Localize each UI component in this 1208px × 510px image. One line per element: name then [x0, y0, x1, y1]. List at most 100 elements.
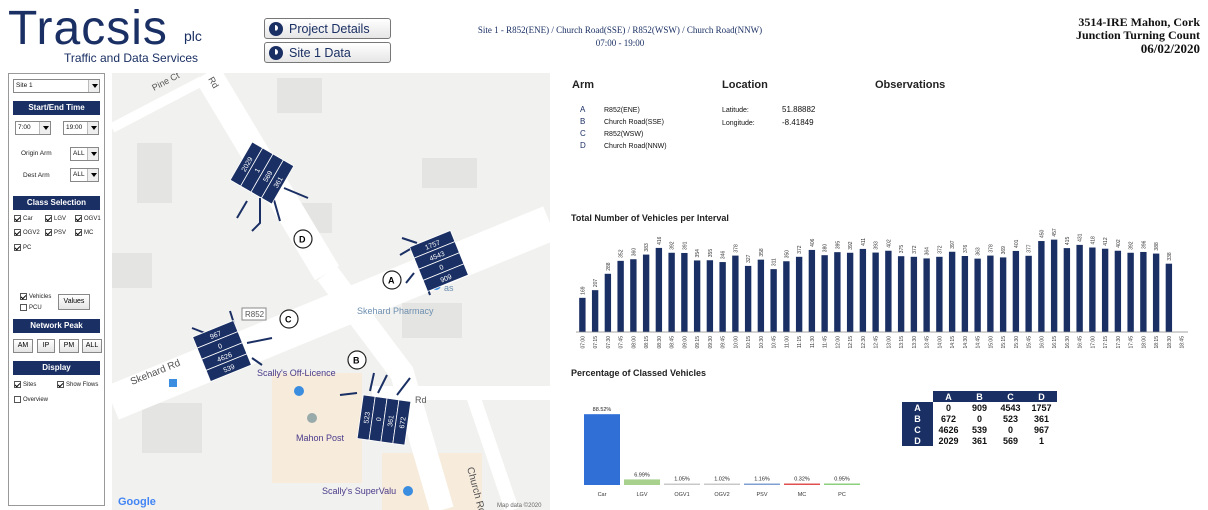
peak-pm-button[interactable]: PM [59, 339, 79, 353]
class-checkbox-mc[interactable]: MC [75, 229, 93, 236]
tick-label: 08:30 [657, 336, 663, 349]
arm-marker-label: B [353, 356, 360, 366]
pcu-label: PCU [29, 304, 42, 311]
pcu-checkbox[interactable]: PCU [20, 304, 42, 311]
sites-checkbox[interactable]: Sites [14, 381, 36, 388]
arm-marker-b[interactable]: B [347, 350, 367, 370]
peak-all-button[interactable]: ALL [82, 339, 102, 353]
tick-label: OGV2 [714, 492, 729, 498]
chart-bar [1050, 239, 1058, 332]
chart-bar [1012, 250, 1020, 332]
chart-bar [795, 256, 803, 332]
data-label: 457 [1052, 228, 1058, 237]
interval-chart: 169 07:00 207 07:15 288 07:30 352 07:45 360 08:00… [576, 228, 1188, 349]
tick-label: 13:00 [886, 336, 892, 349]
data-label: 311 [772, 258, 778, 266]
table-cell: 967 [1033, 424, 1050, 435]
class-checkbox-ogv2[interactable]: OGV2 [14, 229, 40, 236]
data-label: 377 [1027, 244, 1033, 253]
chart-bar [584, 414, 620, 485]
data-label: 393 [874, 241, 880, 250]
arm-marker-d[interactable]: D [293, 229, 313, 249]
tick-label: PSV [756, 492, 767, 498]
class-label: OGV1 [84, 215, 101, 222]
data-label: 288 [606, 262, 612, 271]
building [422, 158, 477, 188]
overview-checkbox[interactable]: Overview [14, 396, 48, 403]
vehicles-checkbox[interactable]: Vehicles [20, 293, 51, 300]
column-header: A [933, 391, 964, 402]
chart-bar [591, 290, 599, 332]
tick-label: Car [598, 492, 607, 498]
data-label: 416 [657, 236, 663, 245]
class-checkbox-pc[interactable]: PC [14, 244, 31, 251]
peak-am-button[interactable]: AM [13, 339, 33, 353]
data-label: 1.16% [754, 477, 770, 483]
chart-bar [783, 261, 790, 332]
tick-label: OGV1 [674, 492, 689, 498]
checkbox-checked [14, 244, 21, 251]
observations-header: Observations [875, 79, 946, 91]
place-label: Scally's Off-Licence [257, 368, 336, 378]
data-label: 352 [619, 249, 625, 258]
chart-bar [910, 256, 918, 332]
chart-bar [1063, 248, 1071, 332]
logo-name: Tracsis [8, 2, 168, 55]
class-chart: 88.52% Car 6.99% LGV 1.05% OGV1 1.02% OGV2 1.16%… [584, 407, 860, 498]
data-label: 338 [1167, 252, 1173, 261]
site-select[interactable]: Site 1 [13, 79, 100, 93]
class-label: OGV2 [23, 229, 40, 236]
arm-marker-a[interactable]: A [382, 270, 402, 290]
project-details-button[interactable]: Project Details [264, 18, 391, 39]
chart-bar [897, 256, 905, 332]
tick-label: 18:45 [1180, 336, 1186, 349]
tick-label: 07:15 [593, 336, 599, 349]
data-label: 388 [1154, 242, 1160, 251]
data-label: 372 [797, 245, 803, 254]
dest-arm-select[interactable]: ALL [70, 168, 99, 182]
arm-name: R852(ENE) [604, 107, 640, 114]
post-pin-icon [307, 413, 317, 423]
chart-bar [693, 260, 701, 332]
data-label: 391 [682, 241, 688, 250]
chart-bar [834, 252, 841, 332]
data-label: 392 [848, 241, 854, 250]
tick-label: 08:00 [631, 336, 637, 349]
table-cell: 523 [1002, 413, 1019, 424]
show-flows-checkbox[interactable]: Show Flows [57, 381, 98, 388]
chart-bar [757, 259, 765, 332]
values-button[interactable]: Values [58, 294, 90, 310]
data-label: 380 [823, 244, 829, 253]
data-label: 450 [1039, 229, 1045, 238]
data-label: 431 [1078, 233, 1084, 242]
data-label: 415 [1065, 237, 1071, 246]
chart-bar [1025, 255, 1032, 332]
class-checkbox-car[interactable]: Car [14, 215, 33, 222]
logo-tagline: Traffic and Data Services [64, 51, 199, 65]
junction-map[interactable]: Pine Ct Skehard Rd Church Rd Rd Rd R852 … [112, 73, 550, 510]
column-header: C [995, 391, 1026, 402]
data-label: 378 [988, 244, 994, 253]
chart-bar [961, 256, 969, 332]
site-data-button[interactable]: Site 1 Data [264, 42, 391, 63]
arm-marker-label: A [388, 276, 395, 286]
class-checkbox-ogv1[interactable]: OGV1 [75, 215, 101, 222]
interval-chart-title: Total Number of Vehicles per Interval [571, 213, 729, 223]
table-cell: 0 [945, 402, 951, 413]
class-checkbox-psv[interactable]: PSV [45, 229, 66, 236]
peak-ip-button[interactable]: IP [37, 339, 55, 353]
arm-row: D Church Road(NNW) [580, 140, 667, 152]
latitude-value: 51.88882 [782, 105, 816, 114]
checkbox-unchecked [14, 396, 21, 403]
table-header-row: A B C D [902, 391, 1057, 402]
flow-box-b[interactable]: 523 0 361 672 [356, 394, 412, 446]
arm-marker-c[interactable]: C [279, 309, 299, 329]
origin-arm-select[interactable]: ALL [70, 147, 99, 161]
end-time-select[interactable]: 19:00 [63, 121, 99, 135]
class-checkbox-lgv[interactable]: LGV [45, 215, 66, 222]
arm-row: C R852(WSW) [580, 128, 667, 140]
building [112, 253, 152, 288]
start-time-select[interactable]: 7:00 [15, 121, 51, 135]
data-label: 327 [746, 254, 752, 263]
data-label: 412 [1103, 237, 1109, 246]
